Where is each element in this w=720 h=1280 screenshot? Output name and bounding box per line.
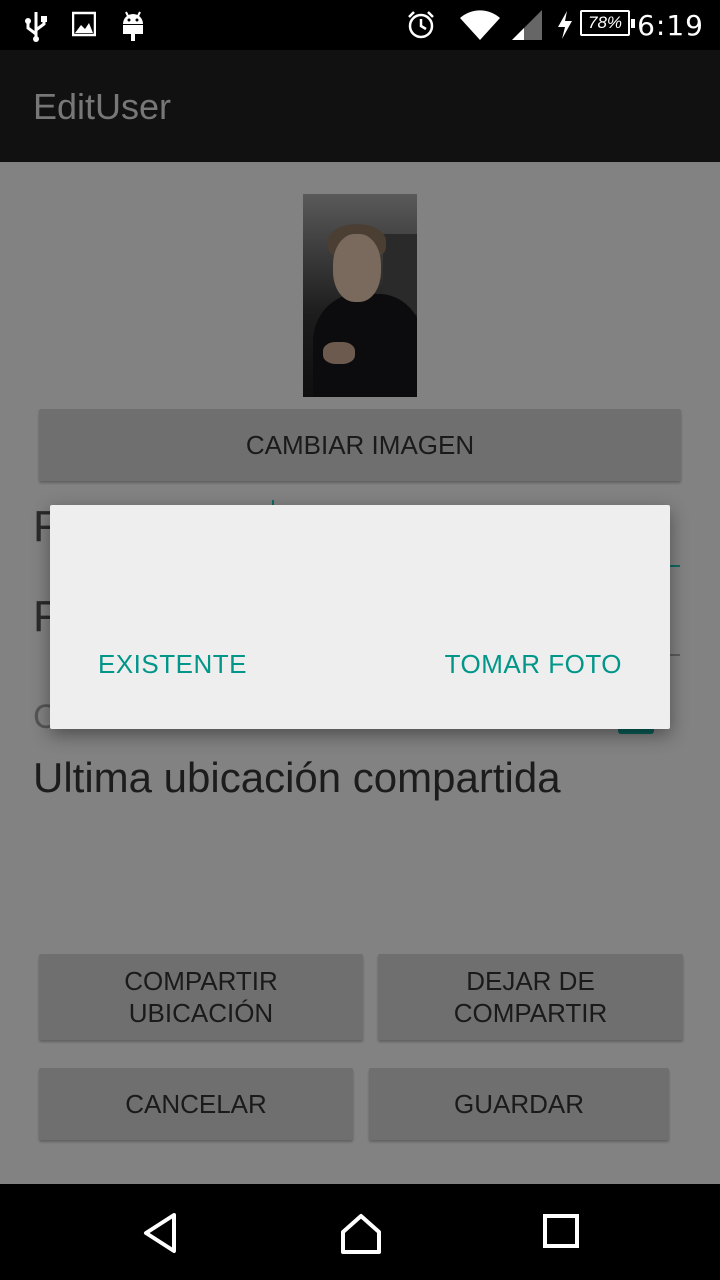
stop-sharing-label: DEJAR DE COMPARTIR (453, 966, 608, 1028)
change-image-button[interactable]: CAMBIAR IMAGEN (39, 409, 681, 481)
status-time: 6:19 (637, 9, 704, 42)
charging-icon (558, 11, 572, 39)
android-icon (123, 11, 143, 41)
cancel-button[interactable]: CANCELAR (39, 1068, 353, 1140)
signal-icon (512, 10, 542, 40)
image-source-dialog: EXISTENTE TOMAR FOTO (50, 505, 670, 729)
share-location-label: COMPARTIR UBICACIÓN (124, 966, 278, 1028)
existing-image-button[interactable]: EXISTENTE (98, 649, 247, 680)
navigation-bar (0, 1184, 720, 1280)
back-icon[interactable] (140, 1212, 180, 1254)
home-icon[interactable] (339, 1212, 383, 1256)
profile-photo (303, 194, 417, 397)
page-title: EditUser (33, 86, 172, 127)
alarm-icon (408, 11, 434, 39)
stop-sharing-button[interactable]: DEJAR DE COMPARTIR (378, 954, 683, 1040)
share-location-button[interactable]: COMPARTIR UBICACIÓN (39, 954, 363, 1040)
usb-icon (25, 12, 47, 42)
wifi-icon (460, 10, 500, 40)
image-icon (72, 11, 96, 37)
last-location-label: Ultima ubicación compartida (33, 754, 561, 801)
take-photo-button[interactable]: TOMAR FOTO (445, 649, 622, 680)
battery-indicator: 78% (580, 10, 635, 36)
app-bar: EditUser (0, 50, 720, 162)
status-bar: 78% 6:19 (0, 0, 720, 50)
recents-icon[interactable] (543, 1212, 579, 1248)
save-button[interactable]: GUARDAR (369, 1068, 669, 1140)
